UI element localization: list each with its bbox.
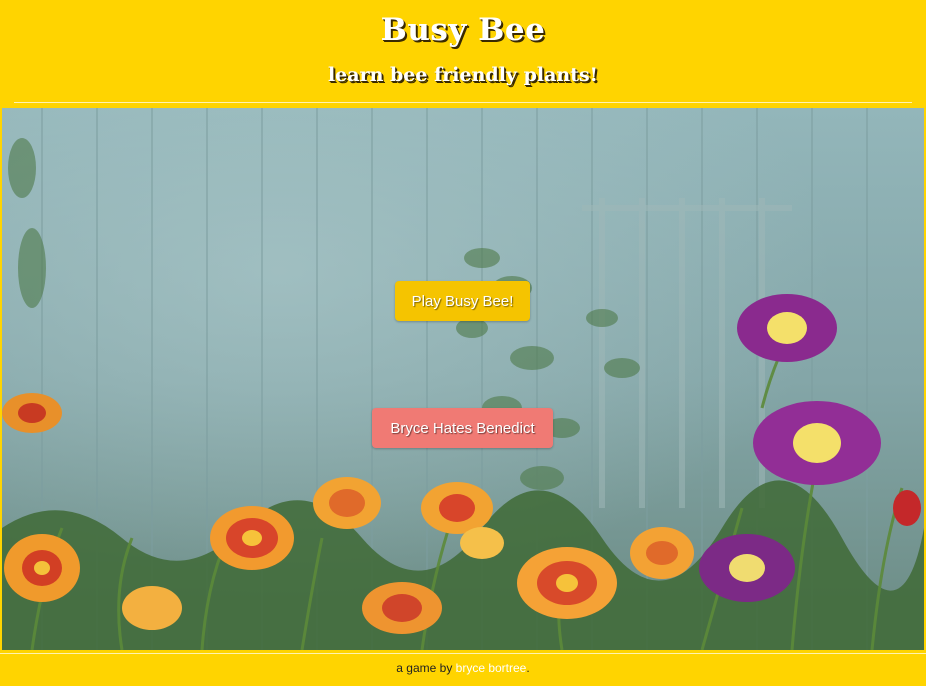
footer-credit-prefix: a game by xyxy=(396,661,456,675)
header: Busy Bee learn bee friendly plants! xyxy=(0,0,926,108)
footer-divider xyxy=(0,653,926,654)
page: Busy Bee learn bee friendly plants! Play… xyxy=(0,0,926,686)
footer-credit-suffix: . xyxy=(526,661,530,675)
footer-credit: a game by bryce bortree. xyxy=(0,661,926,675)
garden-background-image xyxy=(2,108,924,650)
page-subtitle: learn bee friendly plants! xyxy=(327,64,599,86)
hero-garden-image: Play Busy Bee! Bryce Hates Benedict xyxy=(2,108,924,650)
author-link[interactable]: bryce bortree xyxy=(456,661,527,675)
bryce-hates-benedict-button[interactable]: Bryce Hates Benedict xyxy=(372,408,553,448)
footer: a game by bryce bortree. xyxy=(0,650,926,686)
page-title: Busy Bee xyxy=(380,12,546,48)
header-divider xyxy=(14,102,912,103)
play-busy-bee-button[interactable]: Play Busy Bee! xyxy=(395,281,530,321)
